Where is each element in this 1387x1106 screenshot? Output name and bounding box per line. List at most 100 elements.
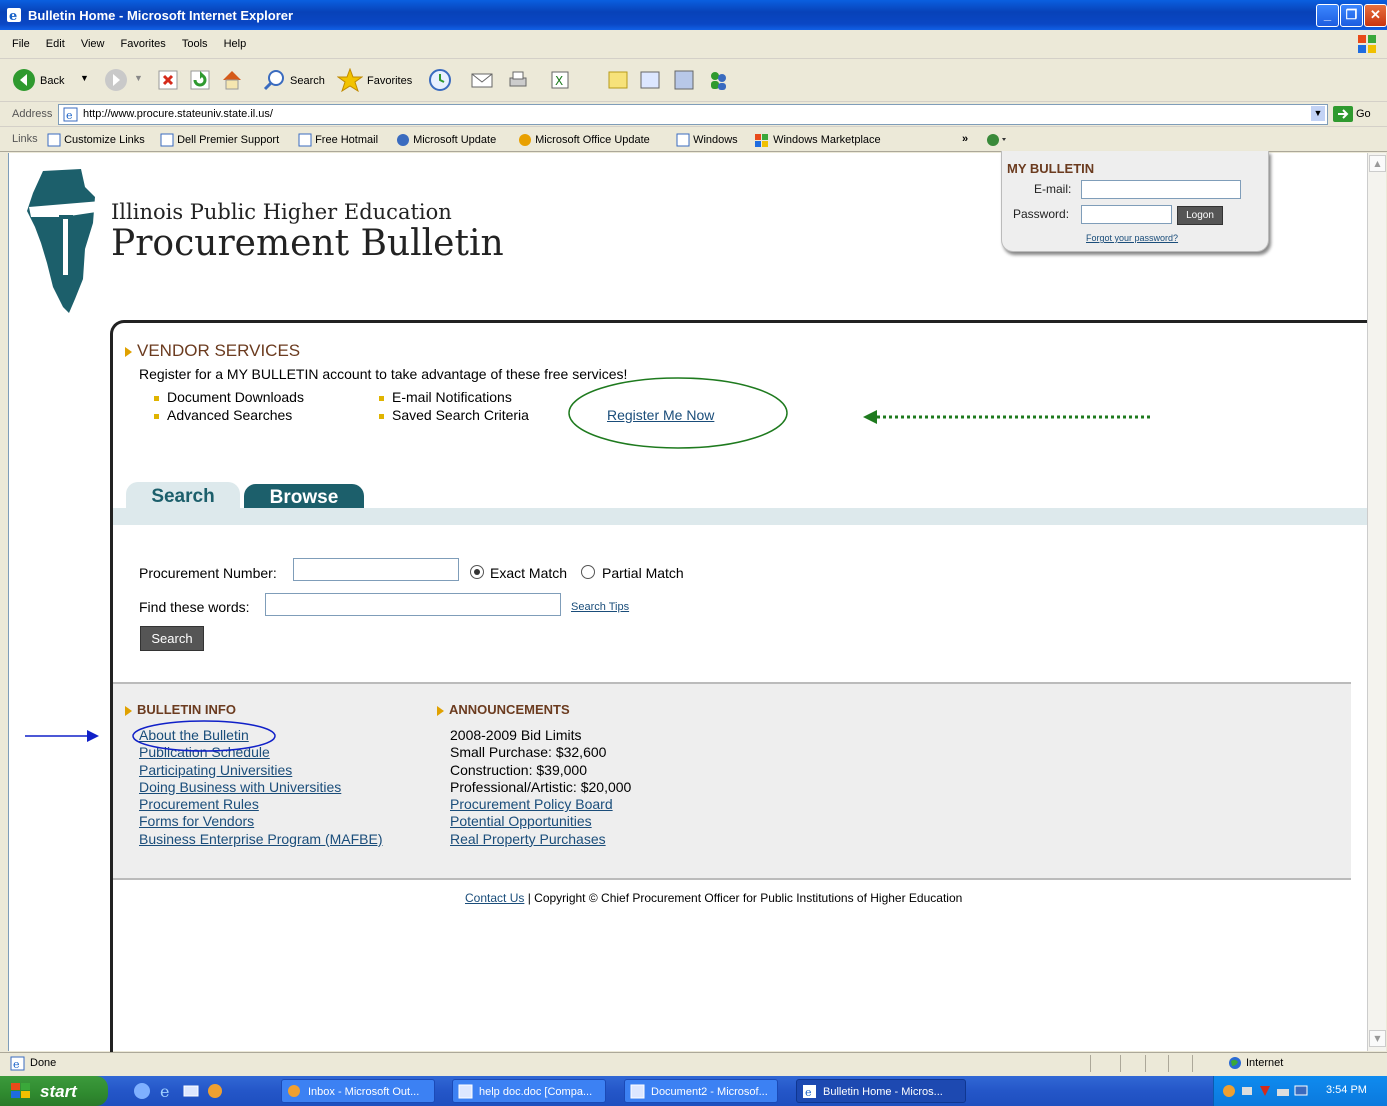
task-document2[interactable]: Document2 - Microsof... <box>624 1079 778 1103</box>
menu-edit[interactable]: Edit <box>46 38 65 50</box>
link-business-enterprise[interactable]: Business Enterprise Program (MAFBE) <box>139 831 383 848</box>
annotation-ellipse-green <box>568 377 788 449</box>
find-words-input[interactable] <box>265 593 561 616</box>
stop-icon[interactable] <box>156 68 180 92</box>
menu-view[interactable]: View <box>81 38 105 50</box>
tray-monitor-icon[interactable] <box>1294 1084 1308 1101</box>
link-free-hotmail[interactable]: Free Hotmail <box>298 133 378 147</box>
task-bulletin-home[interactable]: e Bulletin Home - Micros... <box>796 1079 966 1103</box>
mail-icon[interactable] <box>470 68 494 92</box>
messenger-book-icon[interactable] <box>672 68 696 92</box>
link-real-property[interactable]: Real Property Purchases <box>450 831 631 848</box>
procurement-number-label: Procurement Number: <box>139 565 277 581</box>
vendor-services-title: VENDOR SERVICES <box>137 341 301 360</box>
clock: 3:54 PM <box>1326 1084 1367 1096</box>
footer: Contact Us | Copyright © Chief Procureme… <box>465 891 962 905</box>
search-icon[interactable] <box>262 68 286 92</box>
password-field[interactable] <box>1081 205 1172 224</box>
tab-search[interactable]: Search <box>126 482 240 510</box>
tab-browse[interactable]: Browse <box>244 484 364 510</box>
scroll-down-icon[interactable]: ▼ <box>1369 1030 1386 1047</box>
link-forms-for-vendors[interactable]: Forms for Vendors <box>139 813 383 830</box>
link-windows-marketplace[interactable]: Windows Marketplace <box>754 133 881 147</box>
quicklaunch-ie-icon[interactable]: e <box>158 1082 176 1103</box>
radio-dot-icon <box>474 569 480 575</box>
quicklaunch-desktop-icon[interactable] <box>133 1082 151 1103</box>
vertical-scrollbar[interactable]: ▲ ▼ <box>1367 153 1386 1051</box>
link-procurement-rules[interactable]: Procurement Rules <box>139 796 383 813</box>
link-doing-business[interactable]: Doing Business with Universities <box>139 779 383 796</box>
menu-tools[interactable]: Tools <box>182 38 208 50</box>
messenger-icon[interactable] <box>706 68 730 92</box>
link-potential-opportunities[interactable]: Potential Opportunities <box>450 813 631 830</box>
toolbar-extension-icon[interactable] <box>986 133 1008 150</box>
back-dropdown-icon[interactable]: ▼ <box>80 73 89 83</box>
feature-label: Saved Search Criteria <box>392 407 529 423</box>
research-icon[interactable] <box>638 68 662 92</box>
quicklaunch-show-desktop-icon[interactable] <box>182 1082 200 1103</box>
status-divider <box>1120 1055 1121 1072</box>
contact-us-link[interactable]: Contact Us <box>465 891 524 905</box>
favorites-button-label[interactable]: Favorites <box>367 75 412 87</box>
links-chevron-icon[interactable]: » <box>962 133 968 145</box>
ie-icon: e <box>6 7 22 24</box>
vendor-intro-text: Register for a MY BULLETIN account to ta… <box>139 366 628 382</box>
find-words-label: Find these words: <box>139 599 250 615</box>
refresh-icon[interactable] <box>188 68 212 92</box>
menu-favorites[interactable]: Favorites <box>121 38 166 50</box>
task-inbox[interactable]: Inbox - Microsoft Out... <box>281 1079 435 1103</box>
close-button[interactable]: ✕ <box>1364 4 1387 27</box>
annotation-arrow-green-icon <box>863 410 1153 424</box>
tray-antivirus-icon[interactable] <box>1258 1084 1272 1101</box>
procurement-number-input[interactable] <box>293 558 459 581</box>
forgot-password-link[interactable]: Forgot your password? <box>1086 233 1178 243</box>
tray-printer-icon[interactable] <box>1276 1084 1290 1101</box>
partial-match-radio[interactable] <box>581 565 595 579</box>
task-bulletin-label: Bulletin Home - Micros... <box>823 1086 943 1098</box>
link-customize-links-label: Customize Links <box>64 133 145 146</box>
search-button-label[interactable]: Search <box>290 75 325 87</box>
scroll-up-icon[interactable]: ▲ <box>1369 155 1386 172</box>
maximize-button[interactable]: ❐ <box>1340 4 1363 27</box>
feature-item: Advanced Searches <box>154 406 304 424</box>
quicklaunch-outlook-icon[interactable] <box>206 1082 224 1103</box>
go-label[interactable]: Go <box>1356 108 1371 120</box>
back-button-label[interactable]: Back <box>40 75 64 87</box>
search-button[interactable]: Search <box>140 626 204 651</box>
print-icon[interactable] <box>506 68 530 92</box>
minimize-button[interactable]: _ <box>1316 4 1339 27</box>
link-dell-premier-support[interactable]: Dell Premier Support <box>160 133 279 147</box>
link-procurement-policy-board[interactable]: Procurement Policy Board <box>450 796 631 813</box>
link-participating-universities[interactable]: Participating Universities <box>139 762 383 779</box>
forward-icon[interactable] <box>104 68 128 92</box>
go-icon[interactable] <box>1333 106 1353 125</box>
home-icon[interactable] <box>220 68 244 92</box>
address-input[interactable]: e http://www.procure.stateuniv.state.il.… <box>58 104 1328 125</box>
back-icon[interactable] <box>12 68 36 92</box>
tray-network-icon[interactable] <box>1240 1084 1254 1101</box>
exact-match-radio[interactable] <box>470 565 484 579</box>
address-dropdown-icon[interactable]: ▼ <box>1311 106 1325 121</box>
copyright-text: | Copyright © Chief Procurement Officer … <box>527 891 963 905</box>
logon-button[interactable]: Logon <box>1177 206 1223 225</box>
search-tips-link[interactable]: Search Tips <box>571 601 629 613</box>
menu-file[interactable]: File <box>12 38 30 50</box>
note-icon[interactable] <box>606 68 630 92</box>
menu-help[interactable]: Help <box>224 38 247 50</box>
edit-icon[interactable]: X <box>548 68 572 92</box>
favorites-icon[interactable] <box>336 67 364 93</box>
feature-item: Saved Search Criteria <box>379 406 529 424</box>
exact-match-label: Exact Match <box>490 565 568 581</box>
forward-dropdown-icon[interactable]: ▼ <box>134 73 143 83</box>
email-field[interactable] <box>1081 180 1241 199</box>
link-customize-links[interactable]: Customize Links <box>47 133 145 147</box>
link-microsoft-office-update[interactable]: Microsoft Office Update <box>518 133 650 147</box>
task-help-doc[interactable]: help doc.doc [Compa... <box>452 1079 606 1103</box>
security-zone-label: Internet <box>1246 1057 1284 1069</box>
link-windows[interactable]: Windows <box>676 133 738 147</box>
tray-outlook-icon[interactable] <box>1222 1084 1236 1101</box>
link-marketplace-label: Windows Marketplace <box>773 133 881 146</box>
history-icon[interactable] <box>428 68 452 92</box>
link-microsoft-update[interactable]: Microsoft Update <box>396 133 496 147</box>
start-button[interactable]: start <box>0 1076 108 1106</box>
